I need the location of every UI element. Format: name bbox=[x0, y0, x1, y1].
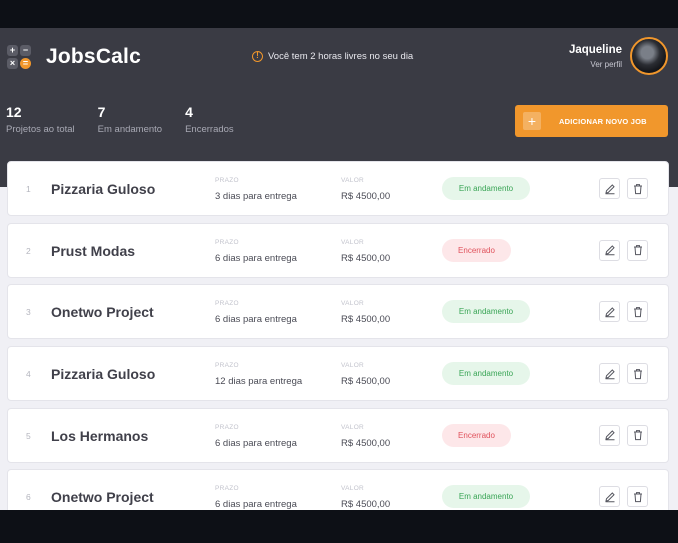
value-label: VALOR bbox=[341, 300, 365, 308]
deadline-label: PRAZO bbox=[215, 238, 239, 246]
stat-value: 7 bbox=[97, 104, 106, 120]
job-row[interactable]: 5 Los Hermanos PRAZO 6 dias para entrega… bbox=[7, 407, 669, 463]
stat-closed: 4 Encerrados bbox=[185, 104, 234, 135]
app-window: + − × = JobsCalc ! Você tem 2 horas livr… bbox=[0, 28, 678, 510]
job-name: Onetwo Project bbox=[51, 489, 154, 506]
delete-button[interactable] bbox=[627, 301, 648, 323]
pencil-icon bbox=[604, 307, 615, 318]
deadline-label: PRAZO bbox=[215, 485, 239, 493]
pencil-icon bbox=[604, 245, 615, 256]
deadline-label: PRAZO bbox=[215, 362, 239, 370]
status-badge: Em andamento bbox=[442, 485, 530, 509]
job-name: Pizzaria Guloso bbox=[51, 181, 156, 197]
stat-total: 12 Projetos ao total bbox=[6, 104, 75, 135]
job-row[interactable]: 1 Pizzaria Guloso PRAZO 3 dias para entr… bbox=[7, 161, 669, 216]
job-value: R$ 4500,00 bbox=[341, 252, 391, 264]
job-deadline: 6 dias para entrega bbox=[215, 314, 297, 326]
delete-button[interactable] bbox=[627, 424, 648, 446]
stat-label: Projetos ao total bbox=[6, 124, 75, 135]
logo[interactable]: + − × = JobsCalc bbox=[7, 43, 141, 71]
job-row[interactable]: 4 Pizzaria Guloso PRAZO 12 dias para ent… bbox=[7, 346, 669, 402]
trash-icon bbox=[633, 183, 642, 194]
add-job-button[interactable]: + ADICIONAR NOVO JOB bbox=[515, 105, 668, 137]
pencil-icon bbox=[604, 430, 615, 441]
job-number: 5 bbox=[26, 430, 31, 441]
job-value: R$ 4500,00 bbox=[341, 376, 391, 388]
job-deadline: 3 dias para entrega bbox=[215, 191, 297, 202]
job-row[interactable]: 3 Onetwo Project PRAZO 6 dias para entre… bbox=[7, 284, 669, 340]
delete-button[interactable] bbox=[627, 486, 648, 508]
delete-button[interactable] bbox=[627, 239, 648, 261]
trash-icon bbox=[633, 430, 642, 441]
calculator-icon: + − × = bbox=[7, 43, 33, 71]
value-label: VALOR bbox=[341, 238, 365, 246]
stat-in-progress: 7 Em andamento bbox=[98, 104, 162, 135]
job-number: 1 bbox=[26, 184, 31, 194]
deadline-label: PRAZO bbox=[215, 300, 239, 308]
job-value: R$ 4500,00 bbox=[341, 314, 391, 326]
stat-label: Em andamento bbox=[97, 124, 163, 135]
job-value: R$ 4500,00 bbox=[341, 437, 391, 449]
trash-icon bbox=[633, 245, 642, 256]
value-label: VALOR bbox=[341, 423, 365, 431]
job-number: 2 bbox=[26, 245, 31, 256]
trash-icon bbox=[633, 492, 642, 503]
stat-value: 4 bbox=[185, 104, 193, 120]
delete-button[interactable] bbox=[627, 363, 648, 385]
edit-button[interactable] bbox=[599, 424, 620, 446]
stat-value: 12 bbox=[6, 104, 22, 120]
stat-label: Encerrados bbox=[185, 124, 234, 135]
job-number: 4 bbox=[26, 369, 31, 380]
job-deadline: 12 dias para entrega bbox=[215, 376, 303, 388]
free-hours-notice: ! Você tem 2 horas livres no seu dia bbox=[252, 51, 413, 62]
job-row[interactable]: 2 Prust Modas PRAZO 6 dias para entrega … bbox=[7, 222, 669, 278]
alert-circle-icon: ! bbox=[252, 51, 263, 62]
profile[interactable]: Jaqueline Ver perfil bbox=[569, 37, 668, 75]
job-deadline: 6 dias para entrega bbox=[215, 437, 297, 449]
stats: 12 Projetos ao total 7 Em andamento 4 En… bbox=[6, 104, 257, 135]
profile-link[interactable]: Ver perfil bbox=[569, 60, 622, 69]
status-badge: Em andamento bbox=[442, 362, 530, 386]
profile-name: Jaqueline bbox=[568, 43, 622, 56]
job-deadline: 6 dias para entrega bbox=[215, 252, 297, 264]
app-title: JobsCalc bbox=[46, 45, 141, 68]
status-badge: Em andamento bbox=[442, 177, 530, 200]
pencil-icon bbox=[604, 183, 615, 194]
deadline-label: PRAZO bbox=[215, 177, 239, 184]
notice-text: Você tem 2 horas livres no seu dia bbox=[268, 51, 414, 62]
job-value: R$ 4500,00 bbox=[341, 191, 391, 202]
edit-button[interactable] bbox=[599, 486, 620, 508]
job-name: Onetwo Project bbox=[51, 304, 154, 321]
deadline-label: PRAZO bbox=[215, 423, 239, 431]
plus-icon: + bbox=[523, 112, 541, 130]
bottom-bar bbox=[0, 510, 678, 543]
trash-icon bbox=[633, 306, 642, 317]
value-label: VALOR bbox=[341, 362, 365, 370]
job-value: R$ 4500,00 bbox=[341, 499, 391, 510]
screen-frame: + − × = JobsCalc ! Você tem 2 horas livr… bbox=[0, 0, 678, 543]
job-row[interactable]: 6 Onetwo Project PRAZO 6 dias para entre… bbox=[7, 469, 669, 510]
trash-icon bbox=[633, 368, 642, 379]
job-name: Los Hermanos bbox=[51, 427, 149, 444]
value-label: VALOR bbox=[341, 177, 365, 184]
job-deadline: 6 dias para entrega bbox=[215, 499, 297, 510]
pencil-icon bbox=[604, 368, 615, 379]
job-name: Prust Modas bbox=[51, 242, 136, 259]
edit-button[interactable] bbox=[599, 363, 620, 385]
job-name: Pizzaria Guloso bbox=[51, 366, 156, 383]
pencil-icon bbox=[604, 492, 615, 503]
status-badge: Em andamento bbox=[442, 300, 530, 324]
edit-button[interactable] bbox=[599, 178, 620, 199]
edit-button[interactable] bbox=[599, 239, 620, 261]
jobs-list: 1 Pizzaria Guloso PRAZO 3 dias para entr… bbox=[7, 161, 669, 510]
avatar[interactable] bbox=[630, 37, 668, 75]
job-number: 3 bbox=[26, 307, 31, 318]
status-badge: Encerrado bbox=[442, 238, 511, 262]
add-job-label: ADICIONAR NOVO JOB bbox=[559, 116, 647, 126]
value-label: VALOR bbox=[341, 485, 365, 493]
status-badge: Encerrado bbox=[442, 423, 511, 447]
edit-button[interactable] bbox=[599, 301, 620, 323]
delete-button[interactable] bbox=[627, 178, 648, 199]
job-number: 6 bbox=[26, 492, 31, 503]
